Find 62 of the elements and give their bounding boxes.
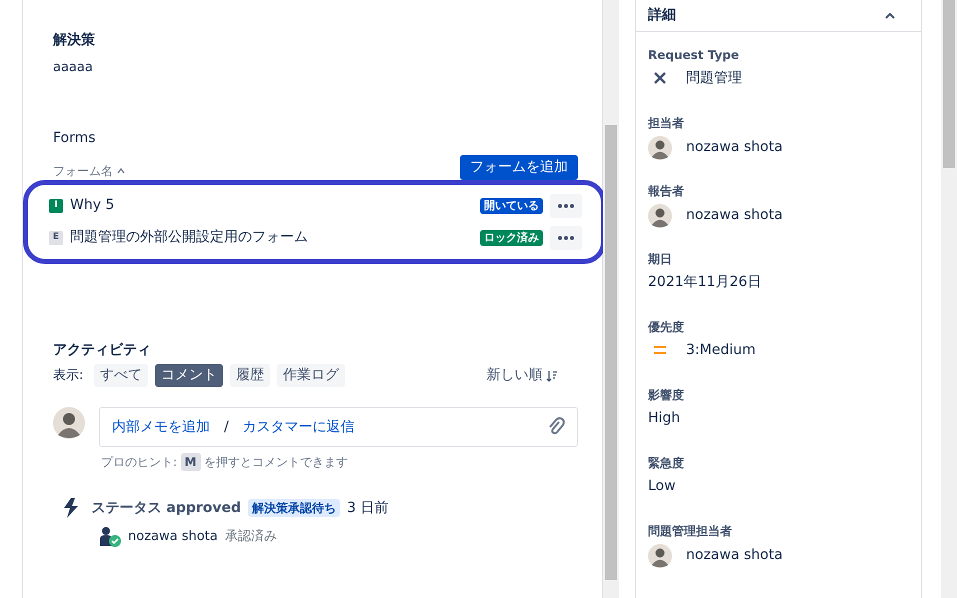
field-value: Low	[648, 476, 676, 496]
form-name[interactable]: 問題管理の外部公開設定用のフォーム	[70, 227, 308, 248]
section-heading: 解決策	[53, 31, 96, 50]
keyboard-key: M	[180, 453, 200, 471]
field-value: 3:Medium	[686, 340, 756, 360]
filter-label: 表示:	[53, 366, 84, 385]
approval-status: 承認済み	[224, 528, 277, 546]
status-lozenge: 解決策承認待ち	[248, 499, 340, 517]
field-label: 緊急度	[648, 455, 685, 472]
field-value: 2021年11月26日	[648, 272, 762, 292]
field-label: 影響度	[648, 387, 685, 404]
chevron-up-icon[interactable]	[885, 12, 895, 18]
sort-icon	[546, 370, 558, 382]
add-form-button[interactable]: フォームを追加	[460, 154, 578, 180]
sort-icon	[116, 166, 124, 174]
section-heading: Forms	[53, 128, 97, 148]
filter-tab[interactable]: コメント	[154, 364, 223, 387]
filter-tab[interactable]: 作業ログ	[276, 364, 345, 387]
field-value: nozawa shota	[686, 546, 783, 565]
field-label: 報告者	[648, 183, 685, 200]
separator-text: /	[224, 418, 229, 436]
avatar-icon	[648, 136, 672, 160]
avatar-icon	[648, 204, 672, 228]
add-internal-note-link[interactable]: 内部メモを追加	[112, 416, 210, 438]
form-name[interactable]: Why 5	[70, 195, 114, 216]
avatar-icon	[648, 544, 672, 568]
event-time: 3 日前	[347, 498, 388, 518]
form-type-icon: E	[49, 230, 63, 244]
field-value: nozawa shota	[686, 138, 783, 157]
tip-text: を押すとコメントできます	[204, 454, 348, 471]
more-icon	[558, 204, 574, 208]
field-value: aaaaa	[53, 59, 94, 77]
status-tag: ロック済み	[480, 230, 543, 246]
reply-to-customer-link[interactable]: カスタマーに返信	[242, 416, 355, 438]
field-value: High	[648, 408, 680, 428]
more-button[interactable]	[550, 194, 582, 218]
filter-tab[interactable]: 履歴	[230, 364, 270, 387]
field-label: 問題管理担当者	[648, 523, 733, 540]
field-label: 優先度	[648, 319, 685, 336]
field-label: Request Type	[648, 47, 740, 64]
panel-title: 詳細	[648, 6, 676, 25]
more-icon	[558, 236, 574, 240]
more-button[interactable]	[550, 226, 582, 250]
avatar-icon	[53, 407, 85, 439]
status-tag: 開いている	[480, 198, 543, 214]
event-title: ステータス approved	[92, 498, 242, 518]
field-value: 問題管理	[686, 68, 742, 88]
user-name: nozawa shota	[128, 528, 218, 546]
comment-field[interactable]: 内部メモを追加 / カスタマーに返信	[99, 407, 578, 447]
filter-tab[interactable]: すべて	[94, 364, 148, 387]
form-type-icon: I	[49, 198, 63, 212]
scrollbar[interactable]	[603, 0, 619, 598]
section-heading: アクティビティ	[53, 340, 152, 360]
approver-icon	[99, 527, 121, 547]
scrollbar[interactable]	[941, 0, 957, 598]
paperclip-icon	[547, 417, 565, 437]
column-header: フォーム名	[53, 162, 113, 180]
lightning-icon	[61, 497, 81, 519]
field-value: nozawa shota	[686, 206, 783, 225]
field-label: 担当者	[648, 115, 685, 132]
tip-label: プロのヒント:	[101, 454, 178, 471]
field-label: 期日	[648, 251, 673, 268]
